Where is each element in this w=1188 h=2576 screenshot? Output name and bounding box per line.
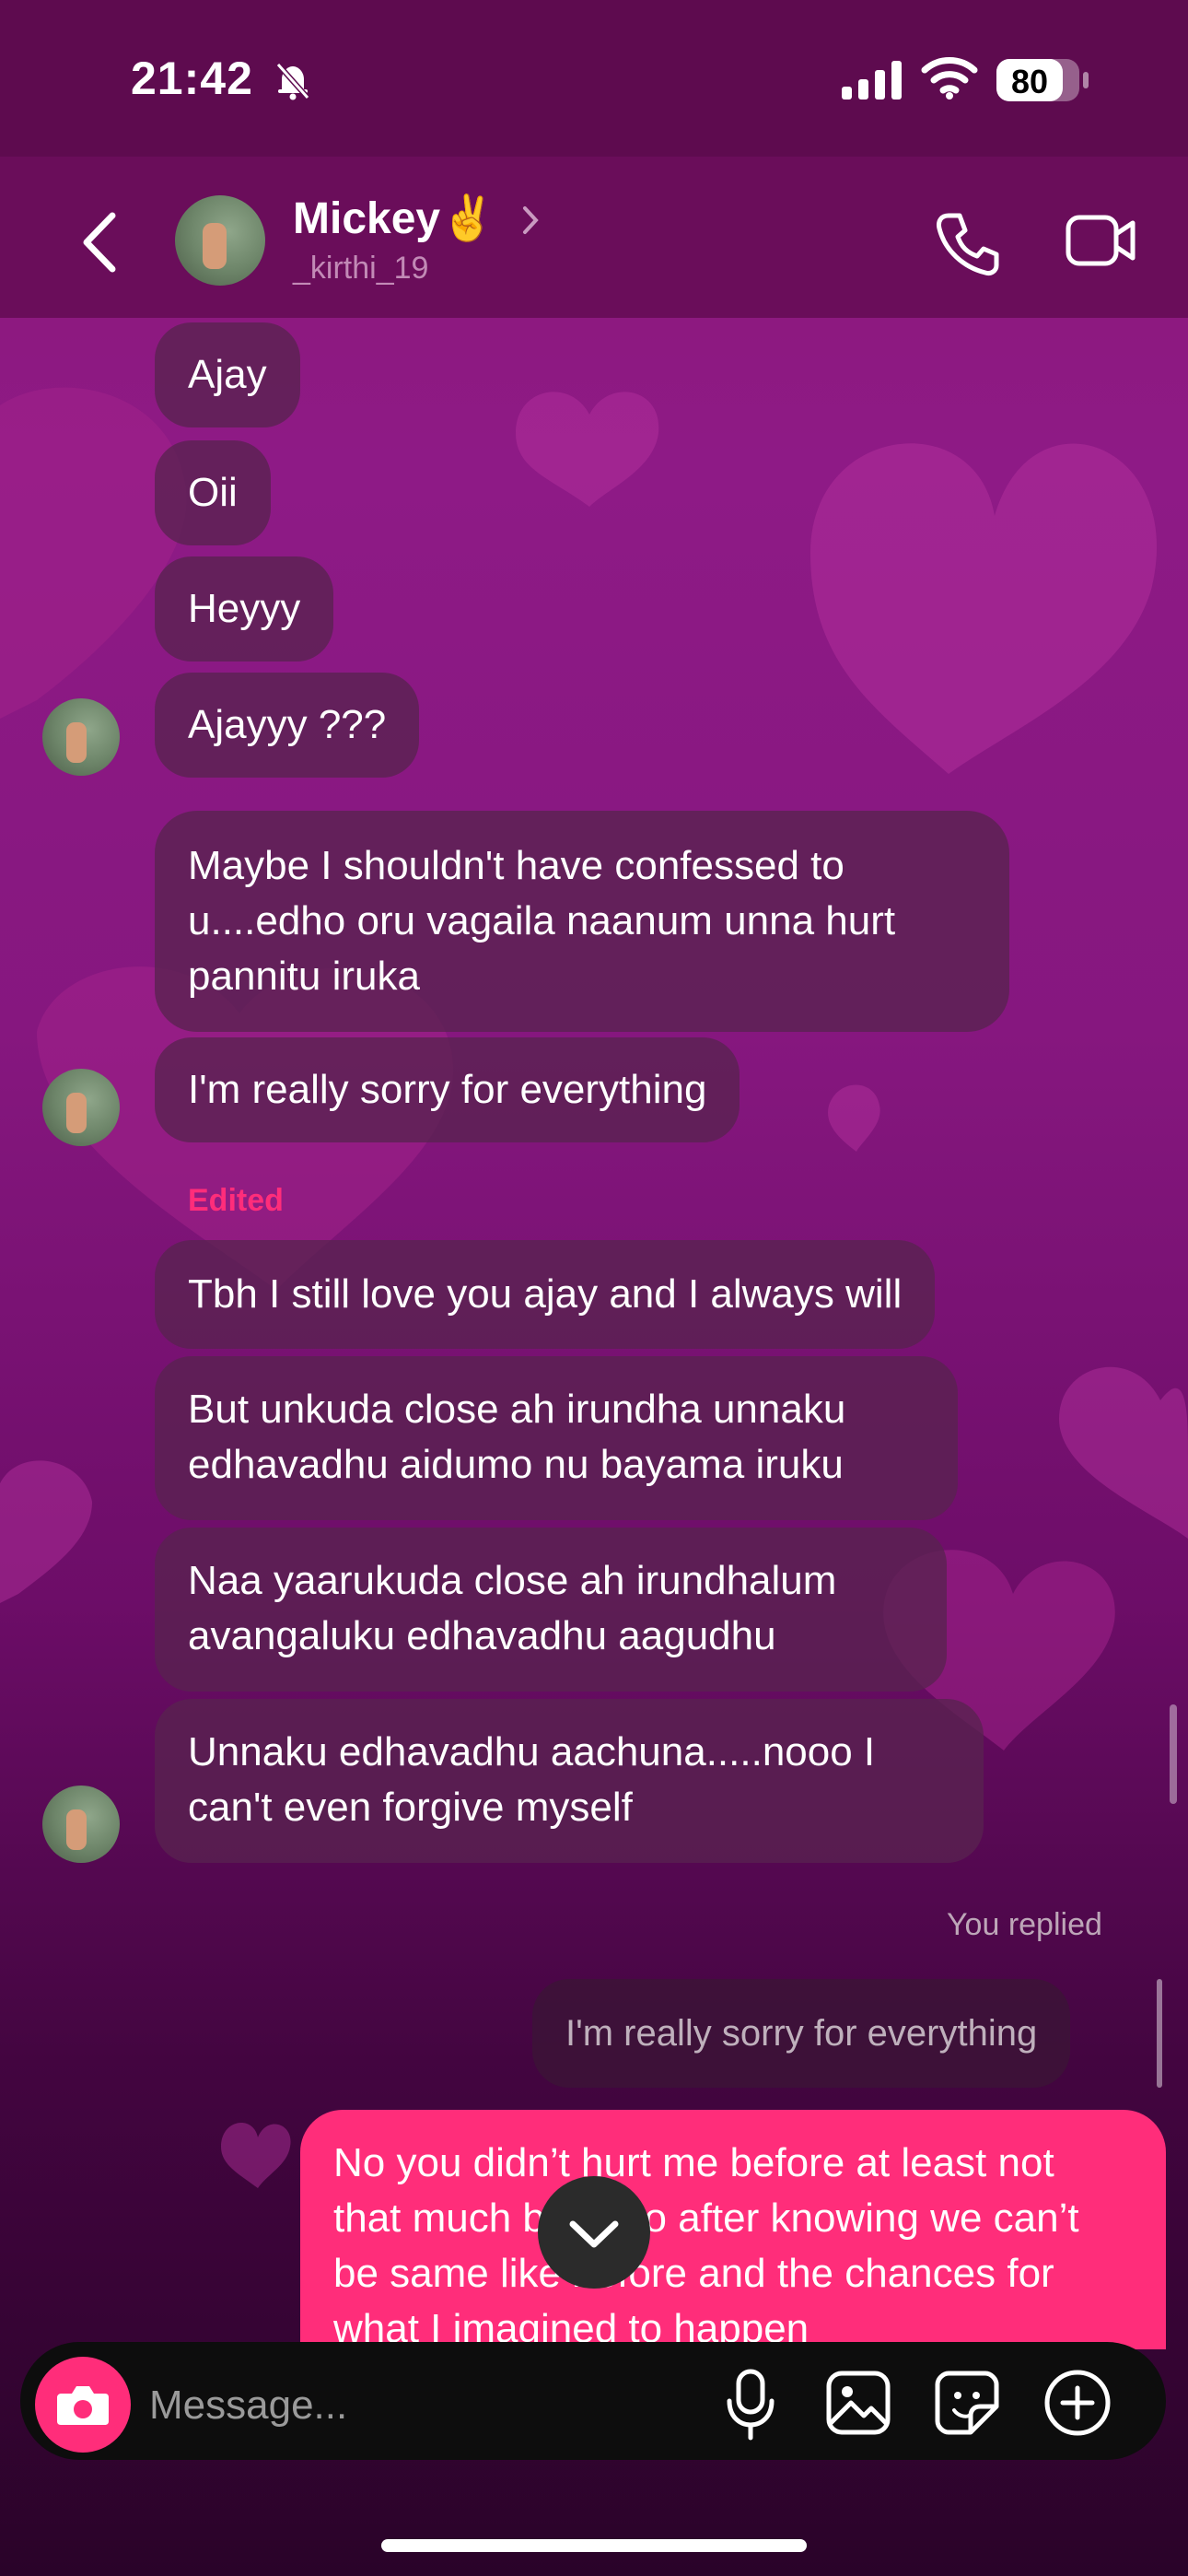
message-bubble[interactable]: Maybe I shouldn't have confessed to u...… bbox=[155, 811, 1009, 1032]
message-bubble[interactable]: Tbh I still love you ajay and I always w… bbox=[155, 1240, 936, 1349]
status-time: 21:42 bbox=[131, 53, 253, 104]
battery-level: 80 bbox=[1010, 63, 1049, 100]
phone-icon[interactable] bbox=[934, 210, 1000, 276]
contact-username[interactable]: _kirthi_19 bbox=[293, 251, 428, 287]
signal-icon bbox=[842, 61, 902, 100]
camera-button[interactable] bbox=[35, 2357, 131, 2453]
gallery-icon[interactable] bbox=[825, 2370, 891, 2436]
reply-quote-bubble[interactable]: I'm really sorry for everything bbox=[532, 1979, 1071, 2088]
back-chevron-icon[interactable] bbox=[79, 210, 120, 275]
scroll-to-bottom-button[interactable] bbox=[538, 2176, 650, 2289]
avatar-figure bbox=[66, 1809, 87, 1850]
message-bubble[interactable]: Oii bbox=[155, 440, 271, 545]
silent-bell-icon bbox=[275, 63, 310, 100]
sender-avatar[interactable] bbox=[42, 698, 120, 776]
edited-label: Edited bbox=[188, 1183, 284, 1218]
message-input[interactable] bbox=[147, 2366, 704, 2445]
sender-avatar[interactable] bbox=[42, 1786, 120, 1863]
home-indicator bbox=[381, 2539, 807, 2552]
add-icon[interactable] bbox=[1042, 2368, 1112, 2438]
video-call-icon[interactable] bbox=[1065, 212, 1136, 269]
chevron-down-icon bbox=[569, 2220, 619, 2248]
sender-avatar[interactable] bbox=[42, 1069, 120, 1146]
message-bubble[interactable]: I'm really sorry for everything bbox=[155, 1037, 740, 1142]
avatar-figure bbox=[203, 223, 227, 269]
battery-indicator: 80 bbox=[996, 59, 1079, 101]
contact-name[interactable]: Mickey✌️ bbox=[293, 192, 495, 244]
microphone-icon[interactable] bbox=[718, 2366, 783, 2443]
battery-cap bbox=[1083, 72, 1089, 88]
message-bubble[interactable]: Ajayyy ??? bbox=[155, 673, 420, 778]
header-avatar[interactable] bbox=[175, 195, 265, 286]
message-bubble[interactable]: Unnaku edhavadhu aachuna.....nooo I can'… bbox=[155, 1699, 984, 1863]
sticker-icon[interactable] bbox=[934, 2370, 1000, 2436]
message-bubble[interactable]: Naa yaarukuda close ah irundhalum avanga… bbox=[155, 1528, 947, 1692]
chevron-right-icon[interactable] bbox=[521, 205, 540, 236]
message-bubble[interactable]: Ajay bbox=[155, 322, 300, 427]
wifi-icon bbox=[921, 57, 978, 100]
message-bubble[interactable]: But unkuda close ah irundha unnaku edhav… bbox=[155, 1356, 958, 1520]
you-replied-label: You replied bbox=[947, 1907, 1102, 1942]
message-bubble[interactable]: Heyyy bbox=[155, 556, 334, 662]
my-message-bubble[interactable]: No you didn’t hurt me before at least no… bbox=[300, 2110, 1166, 2349]
avatar-figure bbox=[66, 722, 87, 763]
camera-icon bbox=[57, 2386, 109, 2425]
reply-quote-bar bbox=[1157, 1979, 1162, 2088]
scroll-indicator bbox=[1170, 1704, 1177, 1804]
avatar-figure bbox=[66, 1093, 87, 1133]
